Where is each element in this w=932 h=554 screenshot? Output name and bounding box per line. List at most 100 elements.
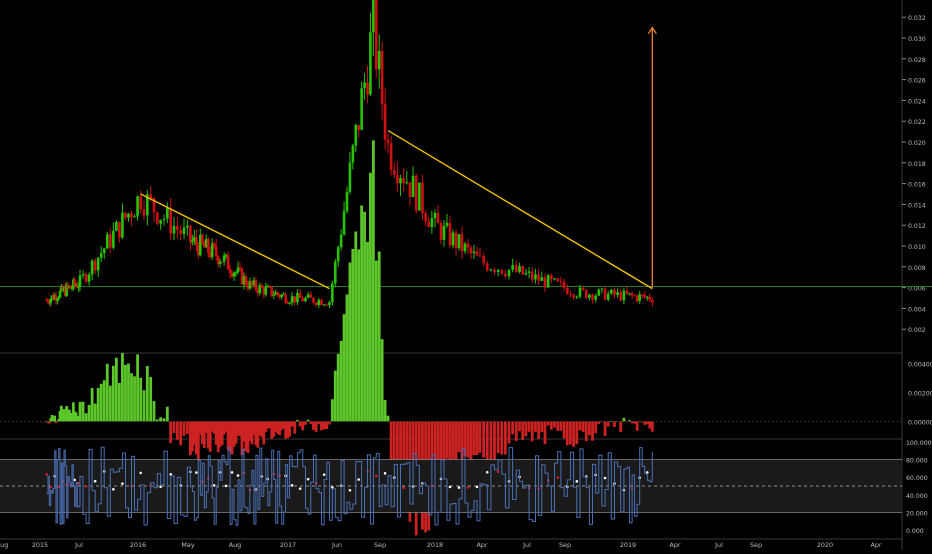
candle-body [389, 143, 393, 171]
candle-body [331, 283, 334, 303]
candle-body [232, 272, 236, 277]
oscillator-bar [597, 421, 601, 424]
oscillator-bar [482, 421, 486, 458]
oscillator-bar [301, 421, 305, 431]
candle-body [133, 216, 136, 218]
rsi-tick-label: 20.000 [906, 510, 928, 517]
candle-body [454, 232, 458, 249]
candle-body [399, 178, 402, 184]
oscillator-bar [606, 421, 610, 427]
oscillator-bar [322, 421, 326, 430]
oscillator-bar [377, 251, 381, 422]
oscillator-bar [136, 354, 139, 422]
candle-body [102, 248, 106, 254]
candle-body [537, 274, 540, 281]
candle-body [588, 294, 591, 298]
candle-body [357, 124, 361, 130]
candle-body [581, 287, 585, 290]
oscillator-bar [165, 406, 169, 422]
oscillator-bar [514, 421, 518, 441]
rsi-signal-dot [457, 486, 461, 489]
candle-body [489, 269, 493, 271]
candle-body [482, 256, 485, 264]
candle-body [463, 243, 467, 252]
candle-body [179, 229, 182, 235]
oscillator-bar [581, 421, 585, 432]
oscillator-bar [169, 421, 173, 444]
candle-body [238, 267, 242, 269]
candle-body [451, 232, 455, 246]
oscillator-bar [485, 421, 489, 464]
candle-body [439, 223, 443, 240]
candle-body [457, 234, 461, 249]
oscillator-bar [366, 241, 369, 422]
time-tick-label: Jun [331, 541, 342, 549]
time-tick-label: 2018 [427, 541, 443, 549]
time-tick-label: Apr [870, 541, 881, 549]
candle-body [534, 274, 537, 280]
candles [45, 0, 654, 309]
rsi-signal-dot [485, 470, 489, 474]
candle-body [628, 293, 631, 295]
candle-body [377, 50, 381, 70]
candle-body [518, 266, 521, 272]
rsi-signal-dot [603, 476, 607, 480]
candle-body [436, 212, 440, 224]
oscillator-bar [572, 421, 576, 447]
candle-body [597, 289, 601, 296]
candle-body [392, 170, 396, 175]
candle-body [616, 292, 619, 295]
oscillator-bar [111, 365, 115, 422]
candle-body [139, 196, 142, 210]
candle-body [527, 271, 531, 273]
oscillator-bar [133, 376, 136, 422]
candle-body [638, 294, 641, 301]
candle-body [320, 299, 323, 305]
oscillator-bar [524, 421, 528, 437]
candle-body [640, 294, 644, 296]
candle-body [466, 243, 470, 248]
oscillator-bar [175, 421, 179, 440]
oscillator-bar [645, 421, 649, 425]
candle-body [118, 221, 121, 238]
oscillator-bar [102, 380, 106, 422]
candle-body [228, 269, 232, 273]
oscillator-bar [139, 377, 143, 422]
rsi-tick-label: 0.000 [906, 528, 924, 535]
price-tick-label: 0.014 [908, 202, 926, 209]
oscillator-bar [543, 421, 547, 445]
oscillator-bar [325, 421, 329, 430]
oscillator-bar [328, 421, 331, 425]
candle-body [594, 295, 597, 300]
oscillator-bar [553, 421, 556, 428]
candle-body [606, 293, 610, 300]
candle-body [290, 296, 294, 303]
candle-body [603, 288, 607, 300]
oscillator-bar [290, 421, 294, 427]
time-tick-label: Sep [559, 541, 571, 549]
candle-body [546, 275, 550, 288]
candle-body [418, 182, 421, 211]
oscillator-bar [578, 421, 582, 431]
oscillator-bar [330, 399, 334, 422]
candle-body [304, 297, 307, 302]
oscillator-bar [619, 421, 623, 433]
candle-body [328, 302, 331, 306]
candle-body [402, 178, 405, 184]
candle-body [309, 294, 313, 298]
candle-body [342, 211, 346, 235]
rsi-signal-dot [357, 478, 361, 481]
price-tick-label: 0.028 [908, 57, 926, 64]
oscillator-bar [527, 421, 531, 432]
candle-body [322, 304, 326, 306]
chart-root: 0.032 0.030 0.028 0.026 0.024 0.022 0.020 0.018… [0, 0, 932, 550]
candle-body [354, 124, 358, 146]
oscillator-bar [336, 353, 340, 422]
rsi-signal-dot [466, 486, 470, 489]
candle-body [648, 296, 652, 301]
oscillator-bar [648, 421, 652, 429]
candle-body [521, 266, 525, 275]
oscillator-bar [78, 401, 82, 422]
chart-svg[interactable]: 0.032 0.030 0.028 0.026 0.024 0.022 0.020 0.018… [0, 0, 932, 550]
oscillator-bar [293, 421, 297, 434]
